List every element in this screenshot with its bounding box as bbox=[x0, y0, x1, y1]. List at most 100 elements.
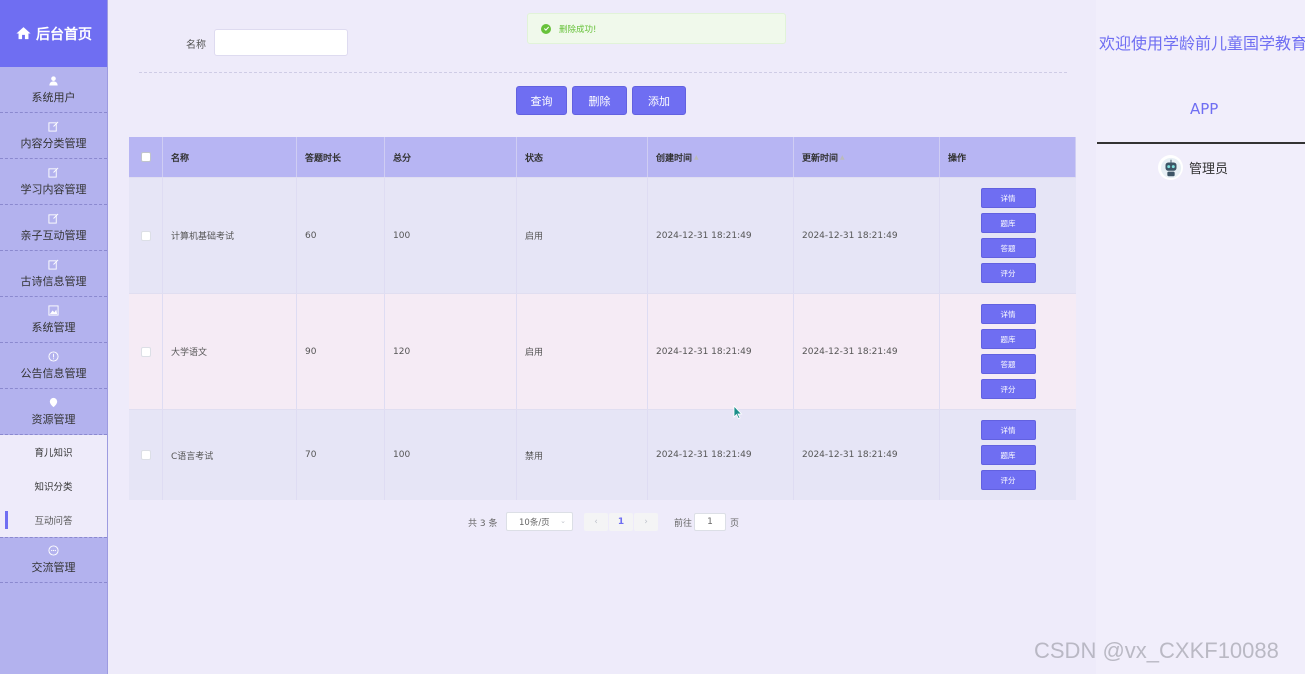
user-menu[interactable]: 管理员 bbox=[1158, 155, 1228, 180]
question-bank-button[interactable]: 题库 bbox=[980, 213, 1036, 233]
cell-actions: 详情 题库 评分 bbox=[940, 410, 1076, 500]
sidebar: 后台首页 系统用户 内容分类管理 学习内容管理 亲子互动管理 古诗信息管理 系统… bbox=[0, 0, 108, 674]
app-title: APP bbox=[1190, 100, 1219, 118]
page-number-current[interactable]: 1 bbox=[609, 513, 633, 531]
resources-submenu: 育儿知识 知识分类 互动问答 bbox=[0, 435, 107, 537]
goto-page-input[interactable]: 1 bbox=[694, 513, 726, 531]
add-button[interactable]: 添加 bbox=[632, 86, 686, 115]
sidebar-item-users[interactable]: 系统用户 bbox=[0, 67, 107, 113]
picture-icon bbox=[48, 304, 59, 316]
avatar bbox=[1158, 155, 1183, 180]
sidebar-item-communication[interactable]: 交流管理 bbox=[0, 537, 107, 583]
sidebar-item-label: 亲子互动管理 bbox=[20, 228, 87, 242]
edit-icon bbox=[48, 167, 59, 178]
sidebar-item-label: 公告信息管理 bbox=[20, 366, 87, 380]
cell-updated: 2024-12-31 18:21:49 bbox=[794, 178, 940, 293]
sidebar-item-notices[interactable]: 公告信息管理 bbox=[0, 343, 107, 389]
grade-button[interactable]: 评分 bbox=[980, 470, 1036, 490]
sidebar-subitem-qa[interactable]: 互动问答 bbox=[0, 503, 107, 537]
sidebar-item-poems[interactable]: 古诗信息管理 bbox=[0, 251, 107, 297]
mouse-cursor-icon bbox=[733, 405, 743, 419]
edit-icon bbox=[48, 213, 59, 224]
cell-actions: 详情 题库 答题 评分 bbox=[940, 178, 1076, 293]
next-page-button[interactable]: › bbox=[634, 513, 658, 531]
grade-button[interactable]: 评分 bbox=[980, 263, 1036, 283]
cell-name: 计算机基础考试 bbox=[163, 178, 297, 293]
row-checkbox[interactable] bbox=[140, 346, 151, 357]
chevron-down-icon: ⌄ bbox=[560, 517, 566, 525]
header-name: 名称 bbox=[163, 137, 297, 177]
cell-status: 禁用 bbox=[517, 410, 648, 500]
user-icon bbox=[48, 75, 59, 86]
cell-name: 大学语文 bbox=[163, 294, 297, 409]
delete-button[interactable]: 删除 bbox=[572, 86, 627, 115]
sidebar-item-system[interactable]: 系统管理 bbox=[0, 297, 107, 343]
answer-button[interactable]: 答题 bbox=[980, 354, 1036, 374]
detail-button[interactable]: 详情 bbox=[980, 304, 1036, 324]
cell-duration: 60 bbox=[297, 178, 385, 293]
watermark: CSDN @vx_CXKF10088 bbox=[1034, 638, 1279, 663]
row-checkbox-cell bbox=[129, 410, 163, 500]
prev-page-button[interactable]: ‹ bbox=[584, 513, 608, 531]
data-table: 名称 答题时长 总分 状态 创建时间 ▲ 更新时间 ▲ 操作 计算机基础考试 60 … bbox=[129, 137, 1076, 500]
info-icon bbox=[48, 350, 59, 362]
question-bank-button[interactable]: 题库 bbox=[980, 445, 1036, 465]
sidebar-item-resources[interactable]: 资源管理 bbox=[0, 389, 107, 435]
table-row: 大学语文 90 120 启用 2024-12-31 18:21:49 2024-… bbox=[129, 293, 1076, 409]
search-input[interactable] bbox=[214, 29, 348, 56]
cell-created: 2024-12-31 18:21:49 bbox=[648, 410, 794, 500]
header-actions: 操作 bbox=[940, 137, 1076, 177]
sidebar-subitem-label: 育儿知识 bbox=[34, 448, 73, 459]
cell-name: C语言考试 bbox=[163, 410, 297, 500]
select-all-cell bbox=[129, 137, 163, 177]
header-created-label: 创建时间 bbox=[656, 153, 693, 164]
header-duration: 答题时长 bbox=[297, 137, 385, 177]
select-all-checkbox[interactable] bbox=[140, 152, 151, 162]
success-toast: 删除成功! bbox=[527, 13, 786, 44]
sidebar-item-content-category[interactable]: 内容分类管理 bbox=[0, 113, 107, 159]
sidebar-item-label: 系统管理 bbox=[31, 320, 76, 334]
question-bank-button[interactable]: 题库 bbox=[980, 329, 1036, 349]
cell-updated: 2024-12-31 18:21:49 bbox=[794, 294, 940, 409]
cell-status: 启用 bbox=[517, 294, 648, 409]
row-checkbox[interactable] bbox=[140, 230, 151, 241]
table-header: 名称 答题时长 总分 状态 创建时间 ▲ 更新时间 ▲ 操作 bbox=[129, 137, 1076, 177]
answer-button[interactable]: 答题 bbox=[980, 238, 1036, 258]
sidebar-item-label: 系统用户 bbox=[31, 90, 76, 104]
goto-prefix: 前往 bbox=[674, 519, 693, 529]
header-status: 状态 bbox=[517, 137, 648, 177]
cell-status: 启用 bbox=[517, 178, 648, 293]
page-size-select[interactable]: 10条/页 ⌄ bbox=[506, 512, 573, 531]
chat-icon bbox=[48, 545, 59, 556]
sidebar-subitem-label: 互动问答 bbox=[34, 516, 73, 527]
grade-button[interactable]: 评分 bbox=[980, 379, 1036, 399]
detail-button[interactable]: 详情 bbox=[980, 420, 1036, 440]
header-updated[interactable]: 更新时间 ▲ bbox=[794, 137, 940, 177]
sidebar-item-label: 资源管理 bbox=[31, 412, 76, 426]
sort-icon[interactable]: ▲ bbox=[840, 154, 845, 161]
sidebar-item-parent-child[interactable]: 亲子互动管理 bbox=[0, 205, 107, 251]
sidebar-subitem-parenting[interactable]: 育儿知识 bbox=[0, 435, 107, 469]
sidebar-item-label: 古诗信息管理 bbox=[20, 274, 87, 288]
sidebar-subitem-label: 知识分类 bbox=[34, 482, 73, 493]
user-name: 管理员 bbox=[1189, 162, 1229, 177]
row-checkbox-cell bbox=[129, 294, 163, 409]
query-button[interactable]: 查询 bbox=[516, 86, 567, 115]
sidebar-subitem-knowledge-category[interactable]: 知识分类 bbox=[0, 469, 107, 503]
sidebar-item-learning-content[interactable]: 学习内容管理 bbox=[0, 159, 107, 205]
detail-button[interactable]: 详情 bbox=[980, 188, 1036, 208]
header-divider bbox=[1097, 142, 1305, 144]
row-checkbox[interactable] bbox=[140, 450, 151, 460]
header-score: 总分 bbox=[385, 137, 517, 177]
header-created[interactable]: 创建时间 ▲ bbox=[648, 137, 794, 177]
sidebar-item-label: 交流管理 bbox=[31, 561, 76, 574]
search-label: 名称 bbox=[186, 40, 206, 51]
table-row: C语言考试 70 100 禁用 2024-12-31 18:21:49 2024… bbox=[129, 409, 1076, 500]
home-link[interactable]: 后台首页 bbox=[0, 0, 107, 67]
cell-score: 120 bbox=[385, 294, 517, 409]
cell-updated: 2024-12-31 18:21:49 bbox=[794, 410, 940, 500]
sort-icon[interactable]: ▲ bbox=[694, 154, 699, 161]
check-circle-icon bbox=[541, 23, 551, 34]
divider bbox=[139, 72, 1067, 73]
cell-duration: 70 bbox=[297, 410, 385, 500]
